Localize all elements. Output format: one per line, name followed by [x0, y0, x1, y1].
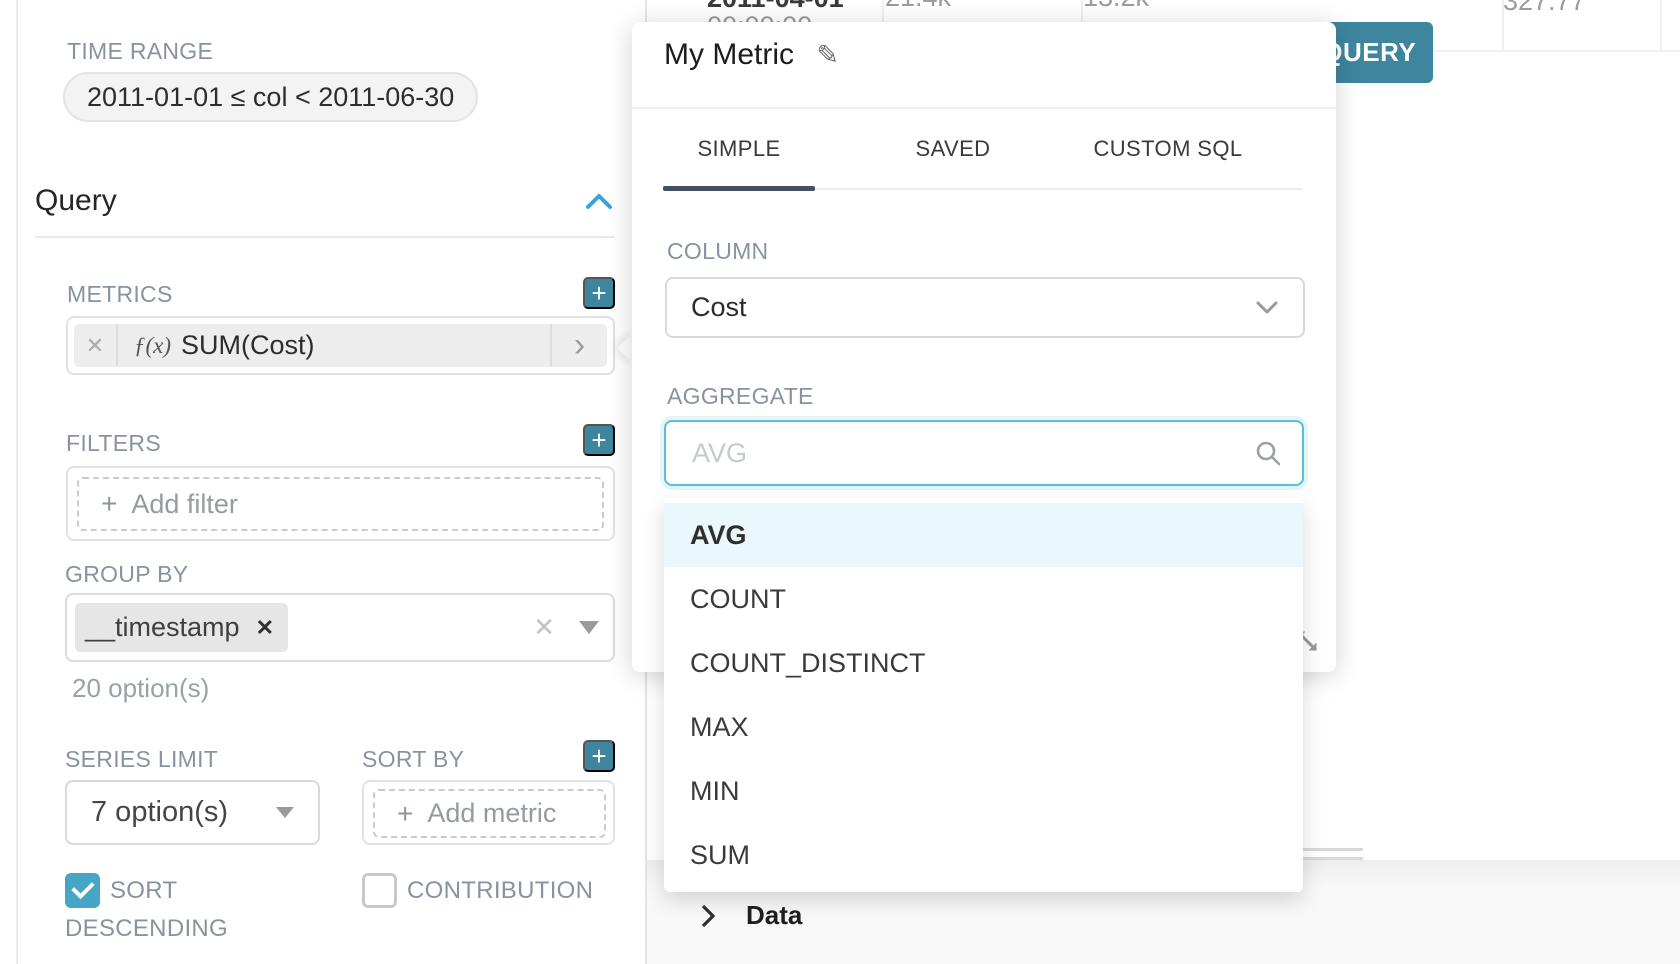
aggregate-option[interactable]: MAX: [664, 695, 1303, 759]
contribution-label: CONTRIBUTION: [407, 877, 593, 905]
collapse-section-icon[interactable]: [585, 192, 613, 210]
metric-expand-icon[interactable]: ›: [550, 324, 607, 367]
time-range-label: TIME RANGE: [67, 38, 213, 65]
series-limit-label: SERIES LIMIT: [65, 746, 218, 773]
metrics-field: ✕ ƒ(x) SUM(Cost) ›: [66, 316, 615, 375]
group-by-hint: 20 option(s): [72, 673, 209, 704]
search-icon: [1254, 439, 1282, 467]
group-by-tag-label: __timestamp: [85, 612, 240, 643]
sort-by-label: SORT BY: [362, 746, 464, 773]
filters-field: + Add filter: [66, 466, 615, 541]
aggregate-option[interactable]: AVG: [664, 503, 1303, 567]
metric-name: SUM(Cost): [181, 330, 315, 361]
chevron-right-icon: [700, 903, 716, 929]
metric-pill[interactable]: ✕ ƒ(x) SUM(Cost) ›: [74, 324, 607, 367]
remove-tag-icon[interactable]: ✕: [256, 615, 274, 641]
sort-descending-checkbox[interactable]: [65, 873, 100, 908]
aggregate-option[interactable]: COUNT: [664, 567, 1303, 631]
table-cell-value: 21.4k: [885, 0, 951, 13]
popover-header-separator: [632, 107, 1336, 109]
column-value: Cost: [691, 292, 747, 323]
filters-label: FILTERS: [66, 430, 161, 457]
tab-simple[interactable]: SIMPLE: [663, 136, 815, 162]
add-sort-metric-dropzone[interactable]: + Add metric: [373, 789, 606, 838]
chevron-down-icon[interactable]: [579, 621, 599, 634]
table-gridline: [882, 0, 884, 22]
popover-title: My Metric ✎: [664, 38, 839, 72]
table-gridline: [1660, 0, 1662, 50]
tab-saved[interactable]: SAVED: [877, 136, 1029, 162]
tab-custom-sql[interactable]: CUSTOM SQL: [1073, 136, 1263, 162]
table-cell-value: 327.77: [1503, 0, 1586, 17]
panel-drag-handle[interactable]: [1303, 857, 1363, 860]
plus-icon: +: [397, 800, 413, 828]
table-cell-value: 13.2k: [1083, 0, 1149, 13]
aggregate-options-dropdown: AVGCOUNTCOUNT_DISTINCTMAXMINSUM: [664, 498, 1303, 892]
aggregate-option[interactable]: SUM: [664, 823, 1303, 887]
aggregate-option[interactable]: MIN: [664, 759, 1303, 823]
series-limit-select[interactable]: 7 option(s): [65, 780, 320, 845]
contribution-checkbox[interactable]: [362, 873, 397, 908]
table-gridline: [1433, 50, 1680, 52]
aggregate-input[interactable]: [690, 437, 1254, 470]
group-by-select[interactable]: __timestamp ✕ ✕: [65, 593, 615, 662]
sort-descending-label-line1: SORT: [110, 877, 177, 905]
add-filter-placeholder: Add filter: [131, 489, 238, 520]
function-icon: ƒ(x): [134, 333, 171, 359]
sort-by-field: + Add metric: [362, 780, 615, 845]
add-sort-metric-button[interactable]: +: [583, 740, 615, 772]
aggregate-input-wrap: [664, 420, 1304, 486]
query-section-title: Query: [35, 184, 117, 218]
sort-descending-label-line2: DESCENDING: [65, 915, 228, 943]
group-by-tag[interactable]: __timestamp ✕: [75, 603, 288, 652]
group-by-label: GROUP BY: [65, 561, 188, 588]
aggregate-label: AGGREGATE: [667, 383, 814, 410]
metric-title-text: My Metric: [664, 38, 794, 71]
chevron-down-icon: [276, 807, 294, 818]
edit-pencil-icon[interactable]: ✎: [816, 40, 839, 70]
remove-metric-icon[interactable]: ✕: [74, 324, 118, 367]
add-filter-button[interactable]: +: [583, 424, 615, 456]
add-filter-dropzone[interactable]: + Add filter: [77, 477, 604, 531]
add-sort-metric-placeholder: Add metric: [427, 798, 556, 829]
panel-drag-handle[interactable]: [1303, 848, 1363, 851]
add-metric-button[interactable]: +: [583, 277, 615, 309]
series-limit-value: 7 option(s): [91, 796, 228, 829]
time-range-pill[interactable]: 2011-01-01 ≤ col < 2011-06-30: [63, 72, 478, 122]
check-icon: [71, 876, 94, 899]
column-label: COLUMN: [667, 238, 768, 265]
data-panel-header[interactable]: Data: [700, 900, 802, 931]
plus-icon: +: [101, 490, 117, 518]
panel-left-border: [16, 0, 18, 964]
chevron-down-icon: [1255, 300, 1279, 316]
section-separator: [35, 236, 615, 238]
aggregate-option[interactable]: COUNT_DISTINCT: [664, 631, 1303, 695]
data-panel-title: Data: [746, 900, 802, 931]
clear-select-icon[interactable]: ✕: [533, 612, 555, 643]
explore-screen: 2011-04-01 00:00:00 21.4k 13.2k 327.77 R…: [0, 0, 1680, 964]
metrics-label: METRICS: [67, 281, 173, 308]
active-tab-indicator: [663, 186, 815, 191]
column-select[interactable]: Cost: [665, 277, 1305, 338]
